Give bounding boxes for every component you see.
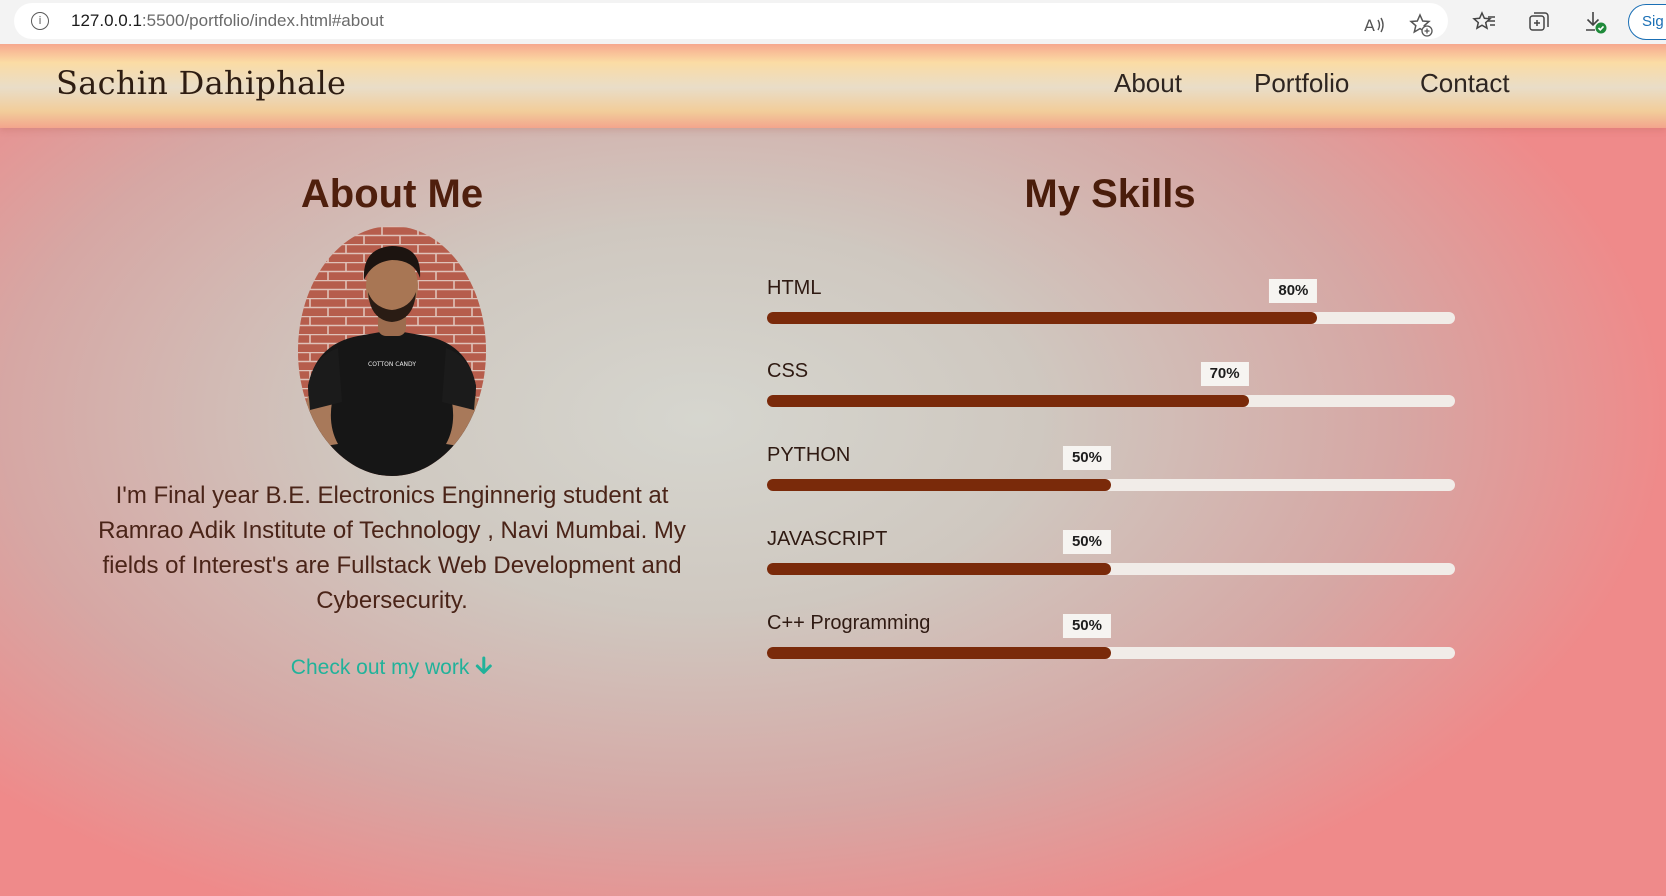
skill-progress-track bbox=[767, 395, 1455, 407]
skill-row: CSS 70% bbox=[767, 360, 1455, 430]
sign-in-button[interactable]: Sig bbox=[1628, 4, 1666, 40]
url-text[interactable]: 127.0.0.1:5500/portfolio/index.html#abou… bbox=[71, 11, 384, 31]
skill-name: C++ Programming bbox=[767, 612, 931, 634]
skill-progress-fill bbox=[767, 479, 1111, 491]
skill-percent-badge: 80% bbox=[1269, 279, 1318, 303]
nav-link-about[interactable]: About bbox=[1114, 68, 1182, 99]
skill-row: HTML 80% bbox=[767, 277, 1455, 347]
nav-link-portfolio[interactable]: Portfolio bbox=[1254, 68, 1349, 99]
about-heading: About Me bbox=[300, 172, 484, 216]
brand-name[interactable]: Sachin Dahiphale bbox=[56, 64, 346, 102]
url-path: :5500/portfolio/index.html#about bbox=[141, 11, 384, 30]
skills-heading: My Skills bbox=[1024, 172, 1196, 216]
skill-percent-badge: 70% bbox=[1200, 362, 1249, 386]
skill-progress-fill bbox=[767, 647, 1111, 659]
check-out-work-link[interactable]: Check out my work bbox=[291, 656, 493, 682]
site-info-icon[interactable]: i bbox=[31, 12, 49, 30]
browser-toolbar: i 127.0.0.1:5500/portfolio/index.html#ab… bbox=[0, 0, 1666, 44]
check-out-work-label: Check out my work bbox=[290, 656, 470, 679]
svg-text:A: A bbox=[1364, 16, 1375, 35]
skill-progress-fill bbox=[767, 312, 1318, 324]
downloads-icon[interactable] bbox=[1582, 9, 1608, 35]
skill-progress-track bbox=[767, 647, 1455, 659]
nav-link-contact[interactable]: Contact bbox=[1420, 68, 1510, 99]
page-content: Sachin Dahiphale About Portfolio Contact… bbox=[0, 44, 1666, 896]
skill-progress-track bbox=[767, 563, 1455, 575]
add-favorite-icon[interactable] bbox=[1408, 12, 1434, 38]
about-description: I'm Final year B.E. Electronics Enginner… bbox=[98, 482, 686, 614]
skill-percent-badge: 50% bbox=[1062, 446, 1111, 470]
address-bar[interactable]: i 127.0.0.1:5500/portfolio/index.html#ab… bbox=[14, 3, 1448, 39]
url-host: 127.0.0.1 bbox=[71, 11, 142, 30]
skill-progress-fill bbox=[767, 395, 1249, 407]
skill-percent-badge: 50% bbox=[1062, 530, 1111, 554]
skill-name: PYTHON bbox=[767, 444, 851, 466]
profile-photo: COTTON CANDY bbox=[298, 226, 486, 476]
skill-progress-track bbox=[767, 479, 1455, 491]
skill-name: CSS bbox=[767, 360, 809, 382]
skill-row: PYTHON 50% bbox=[767, 444, 1455, 514]
skill-percent-badge: 50% bbox=[1062, 614, 1111, 638]
skill-progress-track bbox=[767, 312, 1455, 324]
skill-row: JAVASCRIPT 50% bbox=[767, 528, 1455, 598]
collections-icon[interactable] bbox=[1526, 9, 1552, 35]
skill-progress-fill bbox=[767, 563, 1111, 575]
site-header: Sachin Dahiphale About Portfolio Contact bbox=[0, 44, 1666, 128]
favorites-icon[interactable] bbox=[1471, 9, 1497, 35]
read-aloud-icon[interactable]: A bbox=[1362, 12, 1388, 38]
skill-row: C++ Programming 50% bbox=[767, 612, 1455, 682]
svg-text:COTTON CANDY: COTTON CANDY bbox=[368, 361, 416, 368]
arrow-down-icon bbox=[475, 656, 493, 682]
skill-name: JAVASCRIPT bbox=[767, 528, 888, 550]
skill-name: HTML bbox=[767, 277, 822, 299]
